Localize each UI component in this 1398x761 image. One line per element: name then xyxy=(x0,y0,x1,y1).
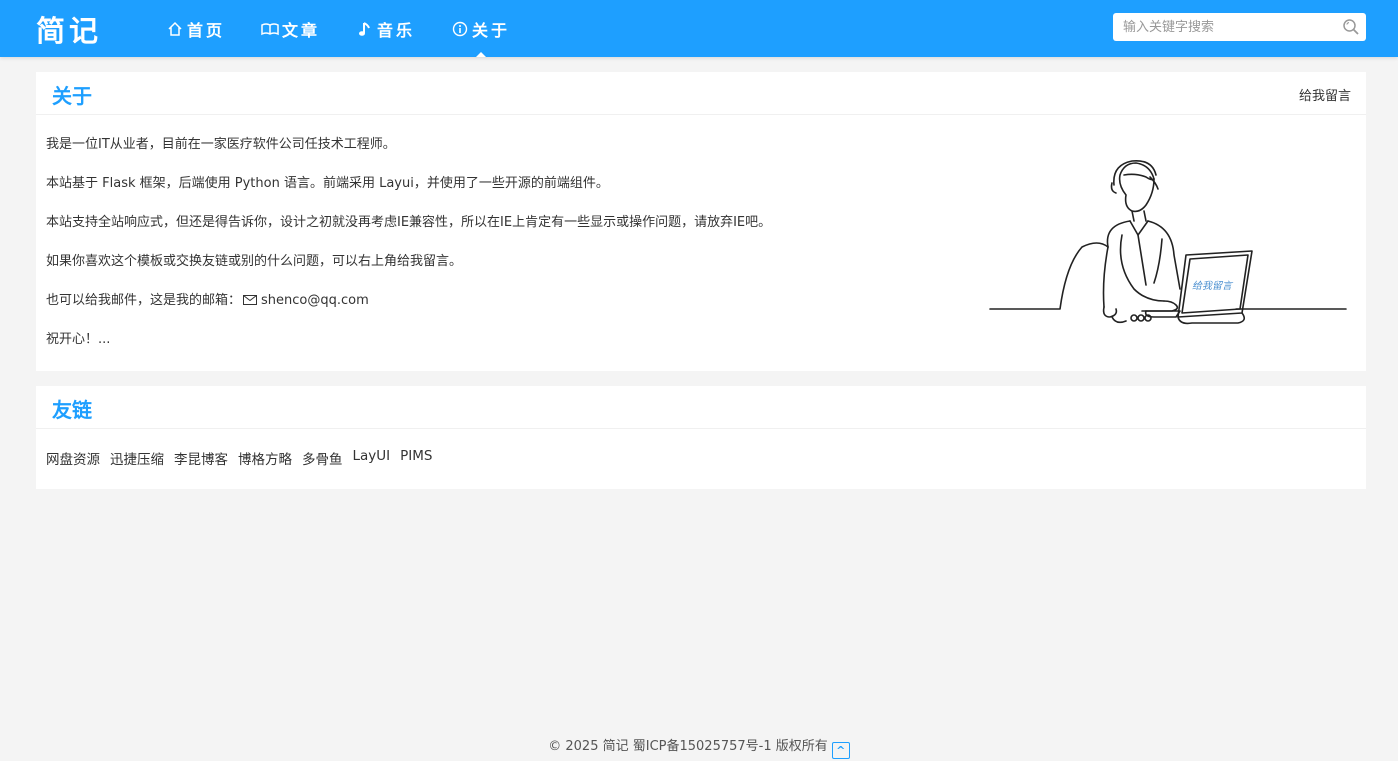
nav-label: 关于 xyxy=(472,20,511,40)
page-footer: © 2025 简记 蜀ICP备15025757号-1 版权所有 ^ xyxy=(0,735,1398,759)
site-logo[interactable]: 简记 xyxy=(36,8,102,50)
closing-paragraph: 祝开心！... xyxy=(46,332,111,347)
friend-link[interactable]: 李昆博客 xyxy=(174,448,228,469)
nav-label: 音乐 xyxy=(377,20,416,40)
book-icon xyxy=(261,20,279,38)
illustration-message-label: 给我留言 xyxy=(1192,280,1234,292)
footer-copyright: © 2025 简记 蜀ICP备15025757号-1 版权所有 xyxy=(548,739,828,754)
about-title: 关于 xyxy=(52,84,92,108)
search-icon[interactable] xyxy=(1342,18,1360,36)
about-paragraph: 我是一位IT从业者，目前在一家医疗软件公司任技术工程师。 xyxy=(46,137,396,152)
email-prefix: 也可以给我邮件，这是我的邮箱： xyxy=(46,293,242,308)
nav-item-articles[interactable]: 文章 xyxy=(253,0,328,57)
about-content: 我是一位IT从业者，目前在一家医疗软件公司任技术工程师。 本站基于 Flask … xyxy=(36,115,1366,371)
links-title: 友链 xyxy=(52,398,92,422)
about-card-header: 关于 给我留言 xyxy=(36,72,1366,115)
about-card: 关于 给我留言 我是一位IT从业者，目前在一家医疗软件公司任技术工程师。 本站基… xyxy=(36,72,1366,371)
nav-item-home[interactable]: 首页 xyxy=(158,0,233,57)
search-input[interactable] xyxy=(1113,13,1366,41)
email-link[interactable]: shenco@qq.com xyxy=(261,293,369,308)
info-icon xyxy=(451,20,469,38)
friend-link[interactable]: 迅捷压缩 xyxy=(110,448,164,469)
friend-link[interactable]: 网盘资源 xyxy=(46,448,100,469)
home-icon xyxy=(166,20,184,38)
music-note-icon xyxy=(356,20,374,38)
nav-item-about[interactable]: 关于 xyxy=(443,0,518,57)
friend-link[interactable]: 多骨鱼 xyxy=(302,448,343,469)
friend-link[interactable]: LayUI xyxy=(353,448,391,469)
nav-label: 文章 xyxy=(282,20,321,40)
person-at-laptop-illustration: 给我留言 xyxy=(989,159,1347,325)
nav-item-music[interactable]: 音乐 xyxy=(348,0,423,57)
leave-message-link[interactable]: 给我留言 xyxy=(1299,85,1351,104)
friend-link[interactable]: PIMS xyxy=(400,448,432,469)
caret-up-icon[interactable]: ^ xyxy=(831,742,850,759)
top-header: 简记 首页 文章 音乐 关于 xyxy=(0,0,1398,57)
nav-label: 首页 xyxy=(187,20,226,40)
friend-links-list: 网盘资源 迅捷压缩 李昆博客 博格方略 多骨鱼 LayUI PIMS xyxy=(36,429,1366,489)
links-card-header: 友链 xyxy=(36,386,1366,429)
friend-links-card: 友链 网盘资源 迅捷压缩 李昆博客 博格方略 多骨鱼 LayUI PIMS xyxy=(36,386,1366,489)
mail-icon xyxy=(243,292,258,305)
main-nav: 首页 文章 音乐 关于 xyxy=(158,0,538,57)
search-box xyxy=(1113,13,1366,41)
friend-link[interactable]: 博格方略 xyxy=(238,448,292,469)
